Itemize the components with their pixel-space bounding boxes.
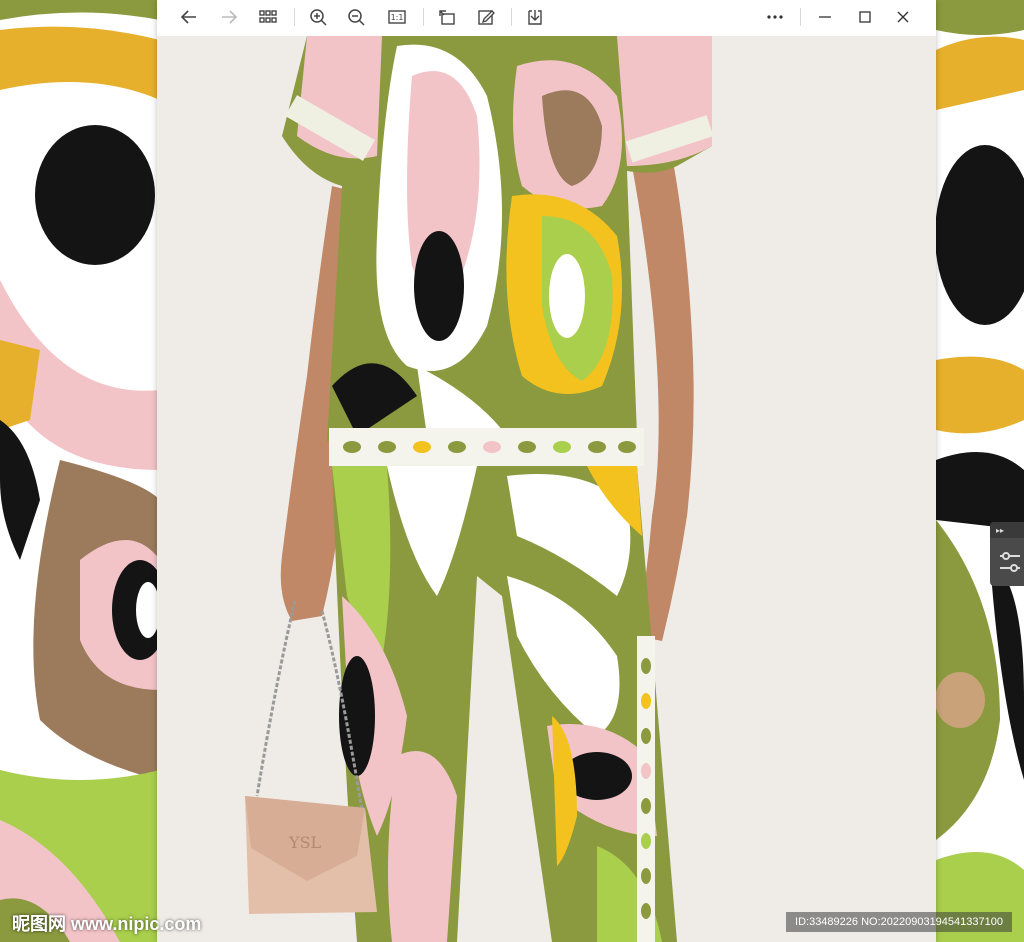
rotate-button[interactable] bbox=[433, 4, 461, 30]
arrow-right-icon bbox=[222, 10, 238, 24]
zoom-in-icon bbox=[310, 9, 327, 26]
save-button[interactable] bbox=[521, 4, 549, 30]
edit-icon bbox=[478, 10, 495, 25]
grid-icon bbox=[259, 10, 277, 23]
toolbar: 1:1 bbox=[157, 0, 936, 36]
maximize-icon bbox=[859, 11, 871, 23]
toolbar-divider bbox=[511, 8, 512, 26]
more-button[interactable] bbox=[761, 4, 789, 30]
side-panel-toggle[interactable]: ▸▸ bbox=[990, 522, 1024, 586]
rotate-icon bbox=[439, 10, 455, 25]
bag-logo: YSL bbox=[288, 833, 322, 852]
zoom-in-button[interactable] bbox=[304, 4, 332, 30]
expand-icon: ▸▸ bbox=[990, 522, 1024, 538]
minimize-button[interactable] bbox=[811, 4, 839, 30]
back-button[interactable] bbox=[175, 4, 203, 30]
toolbar-divider bbox=[800, 8, 801, 26]
toolbar-divider bbox=[423, 8, 424, 26]
displayed-photo: YSL bbox=[157, 36, 936, 942]
forward-button[interactable] bbox=[215, 4, 243, 30]
toolbar-divider bbox=[294, 8, 295, 26]
sliders-icon bbox=[1000, 552, 1020, 572]
actual-size-label: 1:1 bbox=[390, 12, 404, 22]
minimize-icon bbox=[819, 16, 831, 18]
more-icon bbox=[767, 15, 783, 19]
edit-button[interactable] bbox=[472, 4, 500, 30]
arrow-left-icon bbox=[180, 10, 196, 24]
site-watermark: 昵图网 www.nipic.com bbox=[12, 914, 202, 934]
zoom-out-button[interactable] bbox=[342, 4, 370, 30]
image-viewer-window: 1:1 YSL bbox=[157, 0, 936, 942]
close-icon bbox=[897, 11, 909, 23]
maximize-button[interactable] bbox=[851, 4, 879, 30]
fashion-photo: YSL bbox=[157, 36, 936, 942]
image-id-watermark: ID:33489226 NO:20220903194541337100 bbox=[786, 912, 1012, 932]
actual-size-button[interactable]: 1:1 bbox=[383, 4, 411, 30]
grid-view-button[interactable] bbox=[254, 4, 282, 30]
download-icon bbox=[528, 10, 542, 25]
zoom-out-icon bbox=[348, 9, 365, 26]
close-button[interactable] bbox=[889, 4, 917, 30]
